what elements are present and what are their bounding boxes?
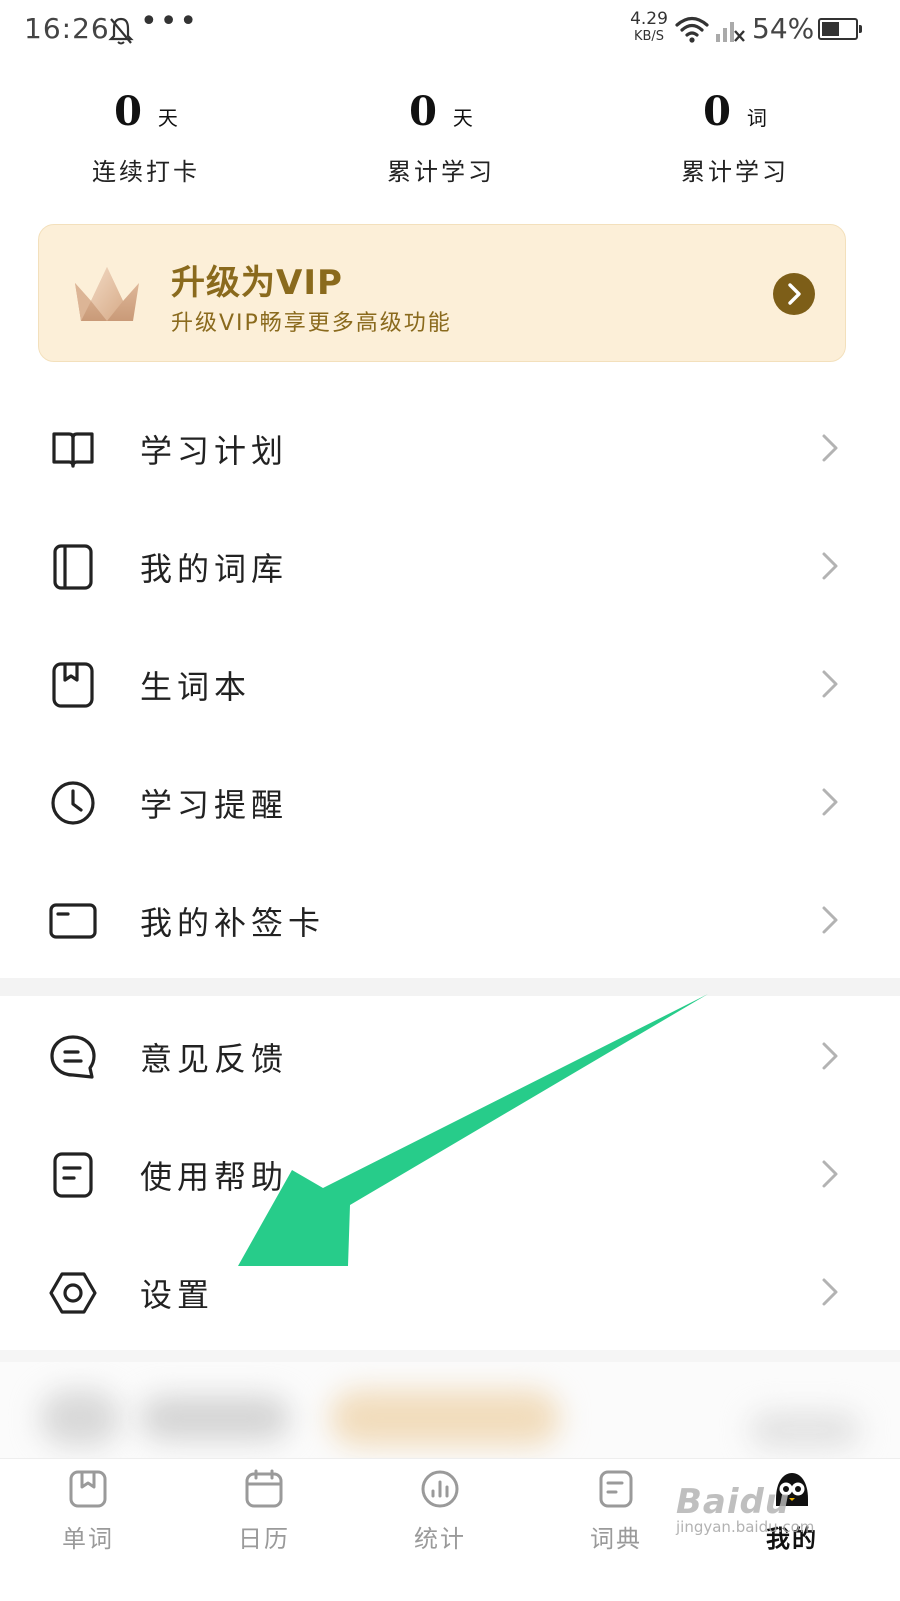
menu-label: 生词本 xyxy=(140,668,252,706)
menu-item-settings[interactable]: 设置 xyxy=(0,1232,900,1350)
baidu-watermark: Baidu jingyan.baidu.com xyxy=(676,1482,846,1552)
section-divider xyxy=(0,1350,900,1362)
wifi-icon xyxy=(675,16,709,43)
dictionary-icon xyxy=(599,1470,633,1508)
tab-label: 统计 xyxy=(414,1525,466,1553)
status-more-dots: ••• xyxy=(140,4,200,39)
blurred-element xyxy=(140,1396,290,1440)
menu-label: 我的补签卡 xyxy=(140,904,326,942)
tab-calendar[interactable]: 日历 xyxy=(176,1459,352,1601)
network-speed-unit: KB/S xyxy=(633,29,665,44)
chevron-right-icon xyxy=(822,1042,838,1070)
stat-words-studied: 0词 累计学习 xyxy=(615,88,855,187)
vip-title: 升级为VIP xyxy=(171,263,343,303)
menu-label: 意见反馈 xyxy=(140,1040,289,1078)
signal-off-icon xyxy=(716,22,745,42)
chevron-right-icon xyxy=(788,283,801,305)
menu-item-makeup-card[interactable]: 我的补签卡 xyxy=(0,860,900,978)
word-library-icon xyxy=(53,544,93,590)
chevron-right-icon xyxy=(822,670,838,698)
chevron-right-icon xyxy=(822,434,838,462)
settings-hexagon-icon xyxy=(49,1272,97,1314)
calendar-icon xyxy=(245,1469,283,1508)
watermark-main: Baidu xyxy=(676,1482,791,1522)
vip-subtitle: 升级VIP畅享更多高级功能 xyxy=(171,311,452,336)
battery-icon xyxy=(818,18,862,40)
stat-unit: 天 xyxy=(452,106,473,130)
chevron-right-icon xyxy=(822,552,838,580)
menu-item-help[interactable]: 使用帮助 xyxy=(0,1114,900,1232)
vip-upgrade-banner[interactable]: 升级为VIP 升级VIP畅享更多高级功能 xyxy=(38,224,846,362)
stat-label: 连续打卡 xyxy=(92,158,200,186)
tab-label: 单词 xyxy=(62,1525,114,1553)
menu-label: 学习提醒 xyxy=(140,786,289,824)
battery-percent: 54% xyxy=(752,12,815,45)
crown-icon xyxy=(75,267,139,321)
feedback-bubble-icon xyxy=(50,1035,96,1079)
status-time: 16:26 xyxy=(24,12,110,45)
menu-label: 学习计划 xyxy=(140,432,289,470)
word-tab-icon xyxy=(69,1470,107,1508)
stat-unit: 天 xyxy=(157,106,178,130)
tab-words[interactable]: 单词 xyxy=(0,1459,176,1601)
stat-label: 累计学习 xyxy=(681,158,789,186)
menu-label: 设置 xyxy=(140,1276,215,1314)
section-divider xyxy=(0,978,900,996)
chevron-right-icon xyxy=(822,1278,838,1306)
mute-bell-icon xyxy=(108,17,134,45)
network-speed: 4.29 KB/S xyxy=(626,11,672,45)
menu-item-word-library[interactable]: 我的词库 xyxy=(0,506,900,624)
battery-level-fill xyxy=(822,22,839,36)
open-book-icon xyxy=(52,432,94,468)
learning-stats: 0天 连续打卡 0天 累计学习 0词 累计学习 xyxy=(0,88,900,198)
help-document-icon xyxy=(53,1152,93,1198)
vip-arrow-button[interactable] xyxy=(773,273,815,315)
blurred-element xyxy=(330,1390,560,1446)
stat-days-studied: 0天 累计学习 xyxy=(321,88,561,187)
stat-value: 0 xyxy=(409,88,437,135)
watermark-sub: jingyan.baidu.com xyxy=(676,1518,815,1536)
chevron-right-icon xyxy=(822,1160,838,1188)
menu-item-feedback[interactable]: 意见反馈 xyxy=(0,996,900,1114)
status-bar: 16:26 ••• 4.29 KB/S 54% xyxy=(0,0,900,64)
menu-item-study-plan[interactable]: 学习计划 xyxy=(0,388,900,506)
stat-value: 0 xyxy=(114,88,142,135)
tab-statistics[interactable]: 统计 xyxy=(352,1459,528,1601)
card-icon xyxy=(49,903,97,939)
clock-icon xyxy=(51,781,95,825)
blurred-promo-area xyxy=(0,1362,900,1458)
stat-unit: 词 xyxy=(746,106,767,130)
vocabulary-notebook-icon xyxy=(52,662,94,708)
network-speed-value: 4.29 xyxy=(630,9,668,29)
chevron-right-icon xyxy=(822,788,838,816)
statistics-icon xyxy=(421,1470,459,1508)
menu-label: 使用帮助 xyxy=(140,1158,289,1196)
menu-group-learning: 学习计划 我的词库 生词本 学习提醒 我的补签卡 xyxy=(0,388,900,978)
stat-streak: 0天 连续打卡 xyxy=(26,88,266,187)
blurred-element xyxy=(40,1390,120,1446)
stat-label: 累计学习 xyxy=(387,158,495,186)
stat-value: 0 xyxy=(703,88,731,135)
tab-label: 日历 xyxy=(238,1525,290,1553)
blurred-element xyxy=(750,1412,860,1448)
menu-item-vocabulary-notebook[interactable]: 生词本 xyxy=(0,624,900,742)
menu-label: 我的词库 xyxy=(140,550,289,588)
chevron-right-icon xyxy=(822,906,838,934)
menu-item-study-reminder[interactable]: 学习提醒 xyxy=(0,742,900,860)
menu-group-support: 意见反馈 使用帮助 设置 xyxy=(0,996,900,1350)
